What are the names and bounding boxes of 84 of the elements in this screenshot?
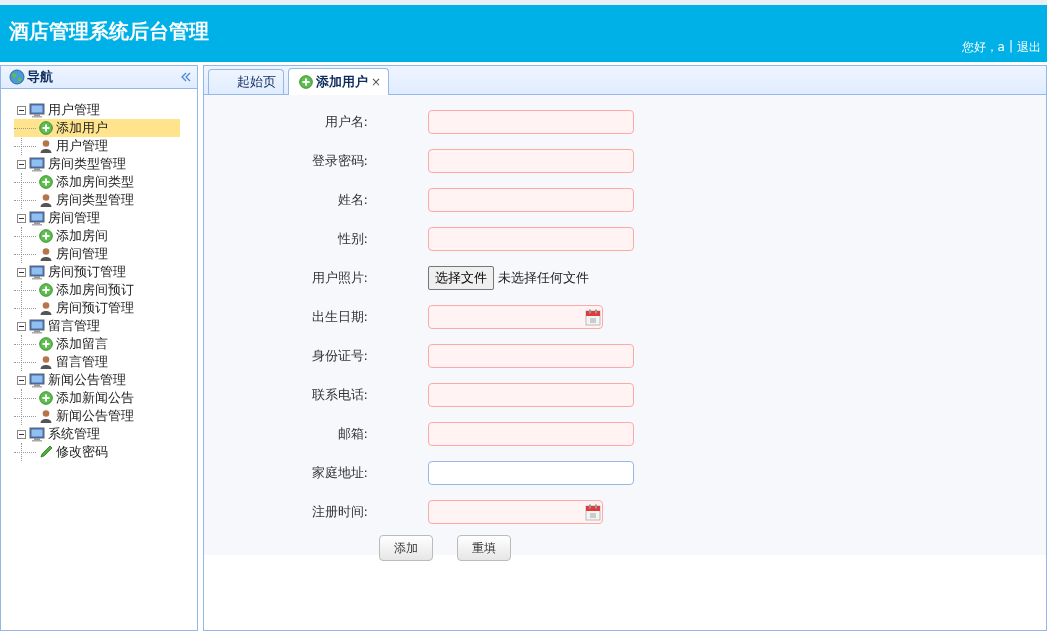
- nav-item[interactable]: 房间管理: [14, 245, 180, 263]
- field-label: 性别:: [336, 230, 369, 248]
- calendar-icon[interactable]: [585, 503, 601, 521]
- calendar-icon[interactable]: [585, 308, 601, 326]
- person-icon: [39, 139, 53, 153]
- pencil-icon: [39, 445, 53, 459]
- field-label: 出生日期:: [310, 308, 369, 326]
- plus-circle-icon: [39, 229, 53, 243]
- nav-group-label[interactable]: 房间管理: [48, 209, 100, 227]
- tab[interactable]: 起始页: [208, 69, 284, 94]
- nav-item[interactable]: 房间类型管理: [14, 191, 180, 209]
- nav-group-label[interactable]: 房间预订管理: [48, 263, 126, 281]
- collapse-toggle-icon[interactable]: [17, 213, 26, 223]
- input-field[interactable]: [428, 344, 634, 368]
- greeting-text: 您好，a: [961, 39, 1005, 56]
- nav-group-label[interactable]: 系统管理: [48, 425, 100, 443]
- plus-circle-icon: [39, 121, 53, 135]
- plus-circle-icon: [39, 391, 53, 405]
- monitor-icon: [29, 264, 45, 280]
- monitor-icon: [29, 372, 45, 388]
- plus-circle-icon: [39, 283, 53, 297]
- nav-item[interactable]: 添加用户: [14, 119, 180, 137]
- monitor-icon: [29, 210, 45, 226]
- nav-item[interactable]: 添加房间预订: [14, 281, 180, 299]
- input-field[interactable]: [428, 227, 634, 251]
- nav-item[interactable]: 用户管理: [14, 137, 180, 155]
- collapse-toggle-icon[interactable]: [17, 429, 26, 439]
- nav-group-label[interactable]: 用户管理: [48, 101, 100, 119]
- nav-item[interactable]: 添加房间: [14, 227, 180, 245]
- plus-circle-icon: [299, 75, 313, 89]
- input-field[interactable]: [428, 461, 634, 485]
- field-label: 家庭地址:: [310, 464, 369, 482]
- monitor-icon: [29, 426, 45, 442]
- field-label: 身份证号:: [310, 347, 369, 365]
- nav-item[interactable]: 添加新闻公告: [14, 389, 180, 407]
- field-label: 联系电话:: [310, 386, 369, 404]
- date-field[interactable]: [428, 500, 603, 524]
- date-field[interactable]: [428, 305, 603, 329]
- globe-icon: [9, 69, 25, 85]
- form-button[interactable]: 添加: [379, 535, 433, 561]
- nav-item[interactable]: 修改密码: [14, 443, 180, 461]
- input-field[interactable]: [428, 110, 634, 134]
- choose-file-button[interactable]: 选择文件: [428, 266, 494, 290]
- field-label: 用户名:: [323, 113, 369, 131]
- field-label: 登录密码:: [310, 152, 369, 170]
- monitor-icon: [29, 318, 45, 334]
- collapse-toggle-icon[interactable]: [17, 321, 26, 331]
- field-label: 姓名:: [336, 191, 369, 209]
- input-field[interactable]: [428, 383, 634, 407]
- nav-item[interactable]: 留言管理: [14, 353, 180, 371]
- collapse-toggle-icon[interactable]: [17, 105, 26, 115]
- app-title: 酒店管理系统后台管理: [9, 18, 209, 45]
- field-label: 用户照片:: [310, 269, 369, 287]
- monitor-icon: [29, 102, 45, 118]
- file-status-text: 未选择任何文件: [498, 269, 589, 287]
- input-field[interactable]: [428, 422, 634, 446]
- collapse-panel-icon[interactable]: [181, 72, 191, 82]
- collapse-toggle-icon[interactable]: [17, 267, 26, 277]
- field-label: 邮箱:: [336, 425, 369, 443]
- nav-group-label[interactable]: 房间类型管理: [48, 155, 126, 173]
- input-field[interactable]: [428, 149, 634, 173]
- close-tab-icon[interactable]: ×: [371, 75, 382, 89]
- person-icon: [39, 355, 53, 369]
- nav-group-label[interactable]: 留言管理: [48, 317, 100, 335]
- form-button[interactable]: 重填: [457, 535, 511, 561]
- person-icon: [39, 409, 53, 423]
- nav-item[interactable]: 新闻公告管理: [14, 407, 180, 425]
- monitor-icon: [29, 156, 45, 172]
- nav-group-label[interactable]: 新闻公告管理: [48, 371, 126, 389]
- nav-item[interactable]: 房间预订管理: [14, 299, 180, 317]
- tab[interactable]: 添加用户 ×: [288, 68, 390, 95]
- collapse-toggle-icon[interactable]: [17, 375, 26, 385]
- input-field[interactable]: [428, 188, 634, 212]
- nav-title: 导航: [27, 68, 54, 86]
- person-icon: [39, 247, 53, 261]
- person-icon: [39, 193, 53, 207]
- separator-text: |: [1008, 39, 1013, 55]
- nav-item[interactable]: 添加房间类型: [14, 173, 180, 191]
- plus-circle-icon: [39, 175, 53, 189]
- plus-circle-icon: [39, 337, 53, 351]
- field-label: 注册时间:: [310, 503, 369, 521]
- collapse-toggle-icon[interactable]: [17, 159, 26, 169]
- person-icon: [39, 301, 53, 315]
- nav-item[interactable]: 添加留言: [14, 335, 180, 353]
